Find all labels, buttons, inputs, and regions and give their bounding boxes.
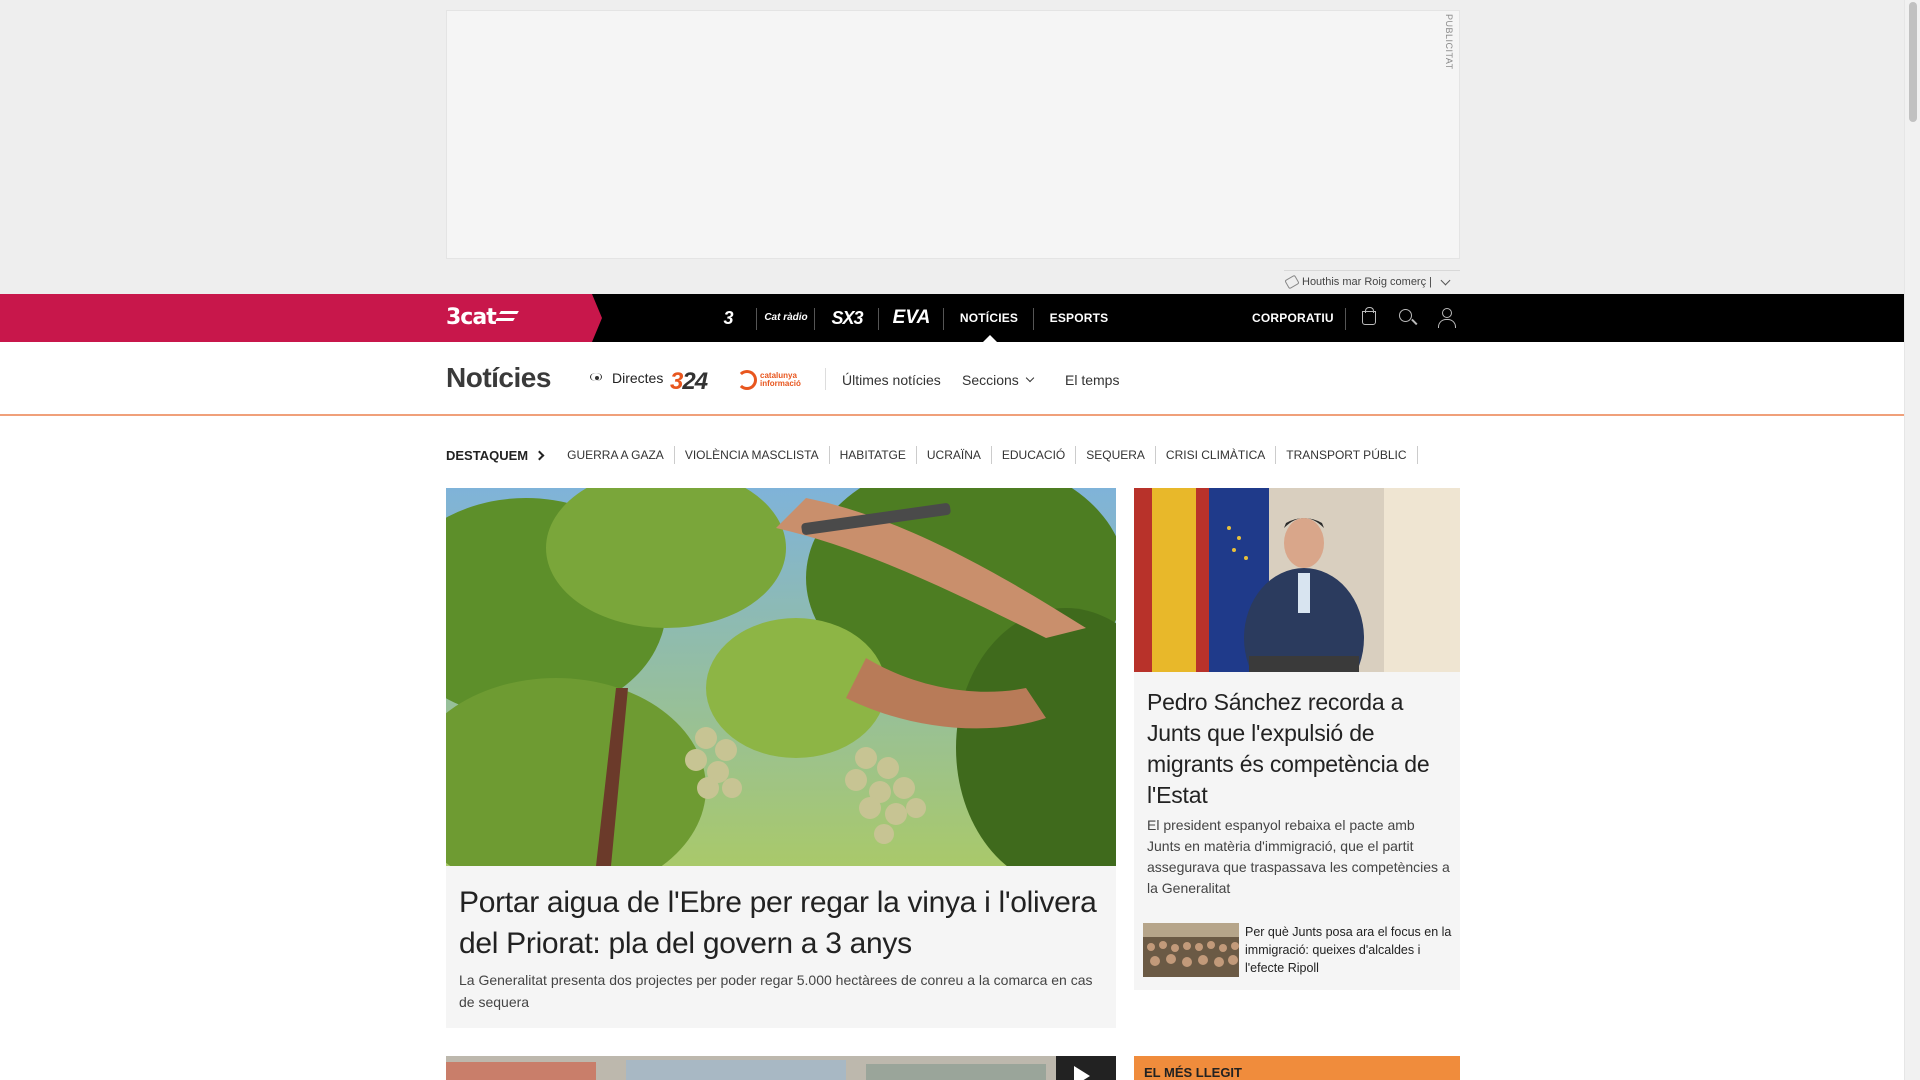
- ad-tags-text: Houthis mar Roig comerç |: [1302, 276, 1433, 288]
- chevron-down-icon[interactable]: [1025, 373, 1035, 383]
- channel-tv3[interactable]: 3: [700, 294, 757, 342]
- section-divider: [825, 368, 826, 390]
- highlight-item[interactable]: HABITATGE: [830, 446, 917, 464]
- catalunya-informacio-icon: [737, 370, 757, 390]
- live-broadcast-icon: [590, 373, 604, 383]
- ultimes-noticies-link[interactable]: Últimes notícies: [842, 372, 941, 388]
- highlight-item[interactable]: VIOLÈNCIA MASCLISTA: [675, 446, 830, 464]
- el-temps-link[interactable]: El temps: [1065, 372, 1119, 388]
- chevron-down-icon[interactable]: [1440, 275, 1451, 285]
- side-story-image[interactable]: [1134, 488, 1460, 672]
- search-icon[interactable]: [1399, 309, 1412, 322]
- shop-bag-icon[interactable]: [1362, 307, 1376, 325]
- highlight-item[interactable]: SEQUERA: [1076, 446, 1156, 464]
- section-title[interactable]: Notícies: [446, 362, 551, 394]
- directes-link[interactable]: Directes: [590, 370, 663, 386]
- logo-arrow-icon: [494, 311, 519, 321]
- channel-eva[interactable]: EVA: [879, 294, 944, 342]
- highlights-bar: DESTAQUEM GUERRA A GAZA VIOLÈNCIA MASCLI…: [446, 445, 1418, 465]
- user-icon[interactable]: [1437, 308, 1456, 328]
- logo-324[interactable]: 324: [670, 368, 708, 396]
- highlights-title[interactable]: DESTAQUEM: [446, 447, 545, 463]
- channel-catradio[interactable]: Cat ràdio: [757, 294, 815, 342]
- logo-324-three: 3: [670, 368, 683, 395]
- main-story-summary: La Generalitat presenta dos projectes pe…: [459, 972, 1093, 1010]
- vineyard-photo: [446, 488, 1116, 866]
- related-story[interactable]: Per què Junts posa ara el focus en la im…: [1143, 923, 1453, 979]
- next-story-image[interactable]: [446, 1056, 1116, 1080]
- channel-list: 3 Cat ràdio SX3 EVA NOTÍCIES ESPORTS: [700, 294, 1124, 342]
- main-story-image[interactable]: [446, 488, 1116, 866]
- side-story-title[interactable]: Pedro Sánchez recorda a Junts que l'expu…: [1147, 687, 1452, 811]
- nav-divider: [1345, 308, 1346, 330]
- ad-banner[interactable]: [446, 10, 1460, 259]
- press-conference-photo: [1134, 488, 1460, 672]
- related-story-image[interactable]: [1143, 923, 1239, 977]
- ad-label: PUBLICITAT: [1444, 14, 1454, 70]
- side-story-card[interactable]: Pedro Sánchez recorda a Junts que l'expu…: [1134, 488, 1460, 990]
- logo-324-rest: 24: [682, 368, 708, 395]
- nav-noticies[interactable]: NOTÍCIES: [944, 294, 1034, 342]
- directes-label: Directes: [612, 370, 664, 386]
- nav-corporatiu[interactable]: CORPORATIU: [1252, 294, 1346, 342]
- highlight-item[interactable]: UCRAÏNA: [917, 446, 992, 464]
- ad-band: PUBLICITAT Houthis mar Roig comerç |: [0, 0, 1904, 294]
- highlight-item[interactable]: EDUCACIÓ: [992, 446, 1077, 464]
- page-scrollbar[interactable]: [1904, 0, 1920, 1080]
- main-story-title[interactable]: Portar aigua de l'Ebre per regar la viny…: [459, 882, 1109, 964]
- catalunya-informacio-text: catalunya informació: [760, 371, 801, 388]
- tag-icon: [1284, 274, 1300, 290]
- side-story-summary: El president espanyol rebaixa el pacte a…: [1147, 817, 1450, 896]
- channel-sx3[interactable]: SX3: [815, 294, 879, 342]
- logo-3cat-text: 3cat: [446, 305, 497, 330]
- chevron-right-icon: [534, 450, 545, 460]
- highlights-label: DESTAQUEM: [446, 447, 529, 463]
- ad-tags-bar[interactable]: Houthis mar Roig comerç |: [1284, 270, 1460, 293]
- highlight-item[interactable]: TRANSPORT PÚBLIC: [1276, 446, 1418, 464]
- scrollbar-thumb[interactable]: [1909, 2, 1917, 122]
- section-header: Notícies Directes 324 catalunya informac…: [0, 342, 1904, 416]
- next-story-photo: [446, 1056, 1116, 1080]
- logo-catalunya-informacio[interactable]: catalunya informació: [737, 370, 816, 390]
- logo-3cat[interactable]: 3cat: [446, 305, 519, 330]
- assembly-photo: [1143, 923, 1239, 977]
- nav-esports[interactable]: ESPORTS: [1034, 294, 1124, 342]
- seccions-dropdown[interactable]: Seccions: [962, 372, 1019, 388]
- highlight-item[interactable]: GUERRA A GAZA: [557, 446, 675, 464]
- top-navigation: 3cat 3 Cat ràdio SX3 EVA NOTÍCIES ESPORT…: [0, 294, 1904, 342]
- main-story-card[interactable]: Portar aigua de l'Ebre per regar la viny…: [446, 488, 1116, 1028]
- play-icon[interactable]: [1074, 1066, 1090, 1080]
- most-read-header: EL MÉS LLEGIT: [1134, 1056, 1460, 1080]
- related-story-title[interactable]: Per què Junts posa ara el focus en la im…: [1245, 923, 1453, 979]
- highlight-item[interactable]: CRISI CLIMÀTICA: [1156, 446, 1277, 464]
